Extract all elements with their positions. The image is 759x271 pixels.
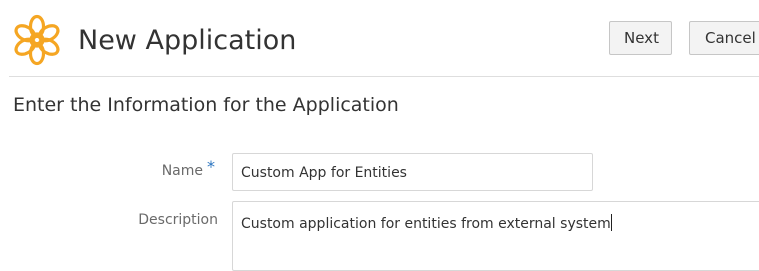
header-divider bbox=[9, 76, 759, 77]
page-title: New Application bbox=[78, 25, 297, 56]
name-field-value: Custom App for Entities bbox=[241, 165, 407, 181]
name-label: Name bbox=[161, 163, 203, 179]
cancel-button[interactable]: Cancel bbox=[689, 21, 759, 55]
description-label: Description bbox=[138, 212, 218, 228]
next-button[interactable]: Next bbox=[609, 21, 672, 55]
description-field[interactable]: Custom application for entities from ext… bbox=[232, 201, 759, 271]
flower-icon bbox=[14, 14, 60, 66]
section-title: Enter the Information for the Applicatio… bbox=[13, 94, 399, 116]
required-marker: * bbox=[207, 157, 215, 176]
page-header: New Application Next Cancel bbox=[0, 0, 759, 76]
text-cursor bbox=[610, 214, 612, 231]
description-field-value: Custom application for entities from ext… bbox=[241, 216, 611, 232]
name-field[interactable]: Custom App for Entities bbox=[232, 153, 593, 191]
